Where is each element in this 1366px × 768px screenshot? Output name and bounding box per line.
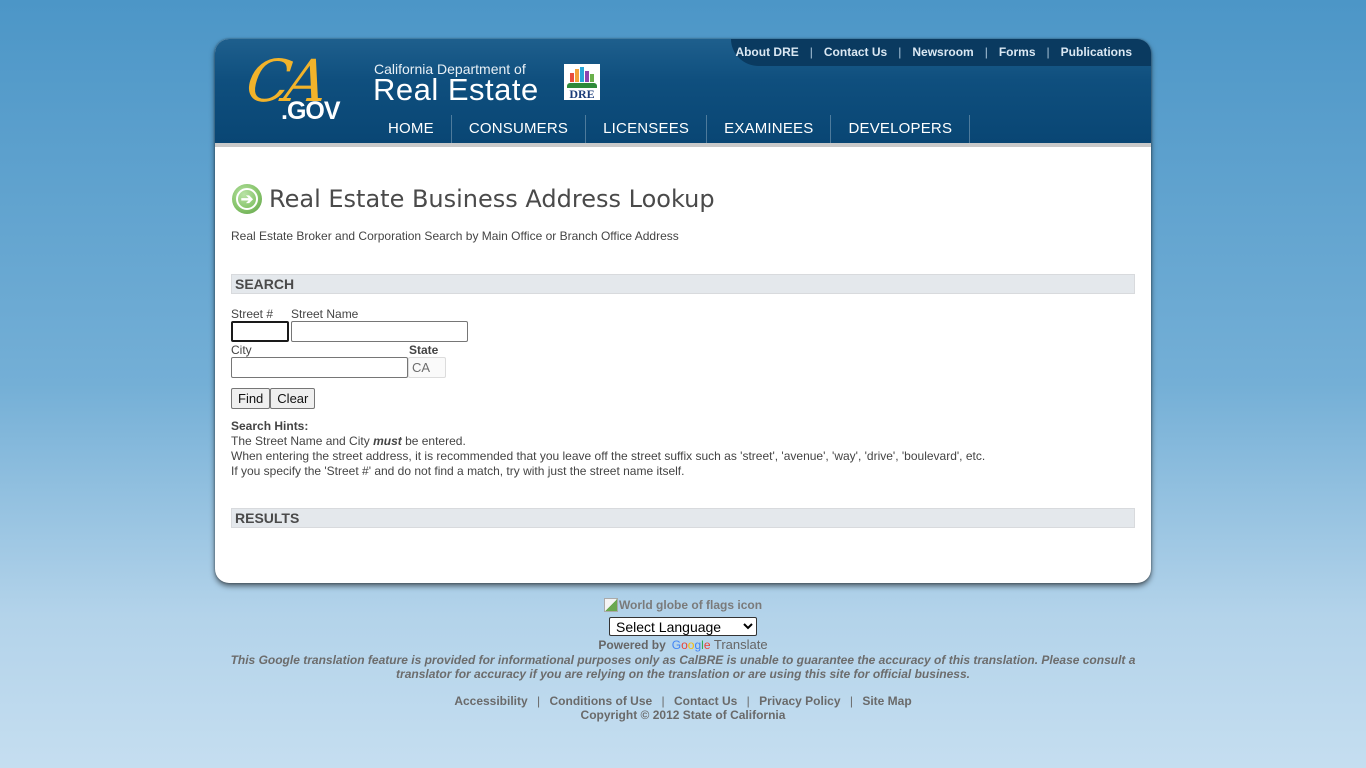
find-button[interactable]: Find: [231, 388, 271, 409]
hints-heading: Search Hints:: [231, 419, 309, 433]
results-section-heading: RESULTS: [231, 508, 1135, 528]
city-label: City: [231, 343, 252, 357]
dre-logo-buildings: [570, 66, 594, 82]
google-logo: Google: [671, 638, 711, 652]
globe-image: World globe of flags icon: [0, 596, 1366, 614]
site-header: About DRE | Contact Us | Newsroom | Form…: [215, 39, 1151, 147]
street-name-input[interactable]: [291, 321, 468, 342]
page-subtitle: Real Estate Broker and Corporation Searc…: [231, 229, 679, 243]
separator: |: [849, 694, 853, 708]
util-link-about-dre[interactable]: About DRE: [735, 45, 798, 59]
ca-gov-logo[interactable]: CA .GOV: [242, 47, 349, 129]
state-input: [408, 357, 446, 378]
language-select[interactable]: Select Language: [609, 617, 757, 636]
util-link-contact-us[interactable]: Contact Us: [824, 45, 887, 59]
util-link-publications[interactable]: Publications: [1061, 45, 1132, 59]
separator: |: [746, 694, 750, 708]
street-name-label: Street Name: [291, 307, 359, 321]
separator: |: [1046, 45, 1050, 59]
city-input[interactable]: [231, 357, 408, 378]
site-footer: World globe of flags icon Select Languag…: [0, 596, 1366, 722]
separator: |: [809, 45, 813, 59]
translate-label: Translate: [713, 637, 768, 652]
search-hints: Search Hints: The Street Name and City m…: [231, 419, 1135, 479]
separator: |: [537, 694, 541, 708]
globe-alt-text: World globe of flags icon: [618, 598, 763, 612]
search-section-heading: SEARCH: [231, 274, 1135, 294]
hint-text: The Street Name and City: [231, 434, 374, 448]
google-translate-link[interactable]: Google Translate: [672, 637, 768, 652]
clear-button[interactable]: Clear: [270, 388, 316, 409]
footer-links: Accessibility | Conditions of Use | Cont…: [0, 694, 1366, 708]
util-link-forms[interactable]: Forms: [999, 45, 1036, 59]
copyright: Copyright © 2012 State of California: [580, 708, 786, 722]
utility-nav: About DRE | Contact Us | Newsroom | Form…: [735, 45, 1132, 59]
nav-consumers[interactable]: CONSUMERS: [452, 115, 587, 143]
street-num-label: Street #: [231, 307, 274, 321]
footer-link-accessibility[interactable]: Accessibility: [454, 694, 527, 708]
powered-by-google: Powered by Google Translate: [0, 637, 1366, 652]
search-form: Street # Street Name City State Find Cle…: [231, 307, 1135, 409]
hint-text: be entered.: [401, 434, 466, 448]
nav-examinees[interactable]: EXAMINEES: [707, 115, 832, 143]
separator: |: [661, 694, 665, 708]
broken-image-icon: [603, 598, 618, 612]
ca-logo-gov: .GOV: [281, 97, 341, 125]
street-labels-row: Street # Street Name: [231, 307, 1135, 321]
page-container: About DRE | Contact Us | Newsroom | Form…: [215, 39, 1151, 583]
nav-developers[interactable]: DEVELOPERS: [831, 115, 971, 143]
footer-link-conditions-of-use[interactable]: Conditions of Use: [550, 694, 653, 708]
footer-link-site-map[interactable]: Site Map: [862, 694, 911, 708]
street-inputs-row: [231, 321, 1135, 342]
util-link-newsroom[interactable]: Newsroom: [912, 45, 973, 59]
powered-by-label: Powered by: [598, 637, 666, 652]
nav-home[interactable]: HOME: [370, 115, 452, 143]
city-inputs-row: [231, 357, 1135, 378]
dre-logo-icon[interactable]: DRE: [564, 64, 600, 100]
footer-link-privacy-policy[interactable]: Privacy Policy: [759, 694, 840, 708]
footer-link-contact-us[interactable]: Contact Us: [674, 694, 737, 708]
main-content: ➔ Real Estate Business Address Lookup Re…: [231, 179, 1135, 528]
title-row: ➔ Real Estate Business Address Lookup: [231, 179, 1135, 219]
arrow-glyph: ➔: [236, 188, 258, 210]
nav-licensees[interactable]: LICENSEES: [586, 115, 708, 143]
city-labels-row: City State: [231, 343, 1135, 357]
hint-line-3: If you specify the 'Street #' and do not…: [231, 464, 685, 478]
form-buttons: Find Clear: [231, 388, 1135, 409]
hint-line-2: When entering the street address, it is …: [231, 449, 986, 463]
translation-disclaimer: This Google translation feature is provi…: [230, 653, 1136, 681]
hint-line-1: The Street Name and City must be entered…: [231, 434, 1135, 449]
dre-logo-text: DRE: [569, 87, 595, 101]
dept-title[interactable]: Real Estate: [373, 72, 539, 108]
page-title: Real Estate Business Address Lookup: [269, 185, 715, 213]
street-num-input[interactable]: [231, 321, 289, 342]
arrow-right-circle-icon: ➔: [232, 184, 262, 214]
main-nav: HOME CONSUMERS LICENSEES EXAMINEES DEVEL…: [370, 115, 971, 143]
separator: |: [898, 45, 902, 59]
hint-emphasis: must: [373, 434, 402, 448]
separator: |: [984, 45, 988, 59]
state-label: State: [409, 343, 439, 357]
